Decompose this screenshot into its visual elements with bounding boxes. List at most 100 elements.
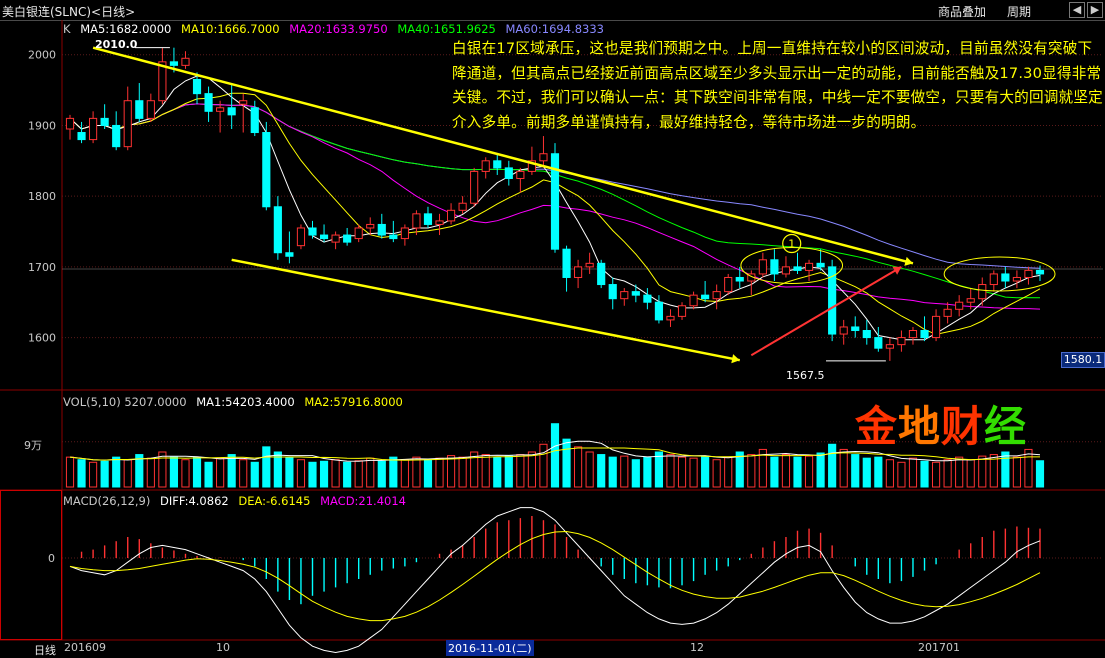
prev-arrow-icon[interactable]: ◀	[1069, 2, 1085, 18]
candle-body	[539, 153, 548, 162]
candle-body	[631, 291, 640, 296]
candle-body	[978, 284, 987, 300]
volume-bar	[146, 457, 155, 488]
candle-body	[574, 266, 583, 278]
candle-body	[966, 298, 975, 303]
candle-body	[308, 227, 317, 236]
candle-body	[285, 252, 294, 257]
candle-body	[724, 276, 733, 293]
volume-bar	[262, 446, 271, 488]
candle-body	[1001, 273, 1010, 282]
candle-body	[643, 294, 652, 303]
volume-bar	[527, 451, 536, 488]
candle-body	[989, 273, 998, 286]
candle-body	[770, 259, 779, 275]
candle-body	[677, 305, 687, 317]
candle-body	[458, 202, 467, 211]
candle-body	[1035, 269, 1045, 275]
candle-body	[343, 234, 352, 243]
candle-body	[666, 315, 675, 321]
candle-body	[597, 262, 606, 286]
candle-body	[435, 220, 444, 225]
low-price-label: 1567.5	[786, 369, 825, 382]
volume-bar	[931, 461, 941, 488]
volume-bar	[204, 461, 213, 488]
volume-bar	[285, 456, 294, 488]
next-arrow-icon[interactable]: ▶	[1087, 2, 1103, 18]
candle-body	[181, 57, 190, 66]
volume-bar	[423, 459, 433, 488]
legend-vol: VOL(5,10) 5207.0000	[63, 395, 187, 409]
volume-bar	[123, 459, 132, 488]
overlay-button[interactable]: 商品叠加	[938, 3, 986, 20]
candle-body	[1012, 276, 1021, 282]
volume-bar	[677, 456, 687, 488]
volume-bar	[227, 454, 236, 488]
x-tick-cursor-date: 2016-11-01(二)	[446, 640, 534, 656]
candle-body	[377, 223, 386, 236]
candle-body	[146, 100, 155, 119]
candle-body	[250, 107, 259, 134]
volume-bar	[943, 459, 952, 488]
candle-body	[262, 132, 271, 208]
candle-body	[562, 248, 571, 278]
volume-bar	[504, 455, 513, 488]
candle-body	[504, 167, 513, 179]
candle-body	[389, 234, 398, 240]
volume-bar	[1024, 448, 1033, 488]
period-button[interactable]: 周期	[1007, 3, 1031, 20]
macd-legend: MACD(26,12,9) DIFF:4.0862 DEA:-6.6145 MA…	[63, 494, 412, 508]
candle-body	[354, 227, 363, 240]
volume-bar	[770, 456, 779, 488]
legend-ma10: MA10:1666.7000	[181, 22, 280, 36]
volume-bar	[77, 459, 86, 488]
volume-bar	[1001, 451, 1010, 488]
legend-vol-ma1: MA1:54203.4000	[196, 395, 295, 409]
candle-body	[169, 61, 179, 66]
candle-body	[100, 117, 109, 126]
volume-bar	[389, 456, 398, 488]
volume-bar	[539, 443, 548, 488]
candle-body	[735, 276, 744, 282]
high-price-label: 2010.0	[95, 38, 138, 51]
candle-body	[897, 337, 906, 346]
legend-ma40: MA40:1651.9625	[397, 22, 496, 36]
volume-bar	[65, 456, 75, 488]
period-label[interactable]: 日线	[34, 642, 56, 658]
candle-body	[839, 326, 848, 335]
candle-body	[423, 213, 433, 225]
volume-bar	[181, 459, 190, 488]
volume-bar	[112, 456, 121, 488]
candle-body	[758, 259, 767, 275]
volume-bar	[89, 461, 98, 488]
price-tick-label: 1600	[28, 332, 56, 345]
volume-bar	[192, 456, 202, 488]
macd-side-box	[0, 490, 62, 640]
volume-bar	[631, 459, 640, 488]
candle-body	[481, 160, 490, 172]
candle-body	[654, 301, 664, 321]
volume-bar	[793, 456, 802, 488]
legend-k: K	[63, 22, 71, 36]
candle-body	[908, 330, 918, 339]
volume-bar	[620, 455, 629, 488]
volume-bar	[331, 459, 340, 488]
candle-body	[112, 124, 121, 148]
volume-bar	[412, 456, 421, 488]
candle-body	[920, 330, 929, 339]
volume-bar	[828, 443, 837, 488]
legend-ma20: MA20:1633.9750	[289, 22, 388, 36]
title-bar: 美白银连(SLNC)<日线> 商品叠加 周期 ◀ ▶	[0, 0, 1105, 21]
candle-body	[943, 308, 952, 317]
volume-bar	[100, 460, 109, 488]
volume-bar	[377, 460, 386, 488]
brand-char-2: 地	[898, 402, 942, 451]
legend-macd: MACD(26,12,9)	[63, 494, 151, 508]
candle-body	[239, 100, 248, 105]
price-tick-label: 1800	[28, 190, 56, 203]
volume-bar	[666, 454, 675, 488]
x-tick-201701: 201701	[918, 641, 960, 654]
brand-char-1: 金	[855, 402, 899, 451]
trendline-1-arrow	[904, 256, 913, 266]
volume-bar	[550, 423, 560, 488]
